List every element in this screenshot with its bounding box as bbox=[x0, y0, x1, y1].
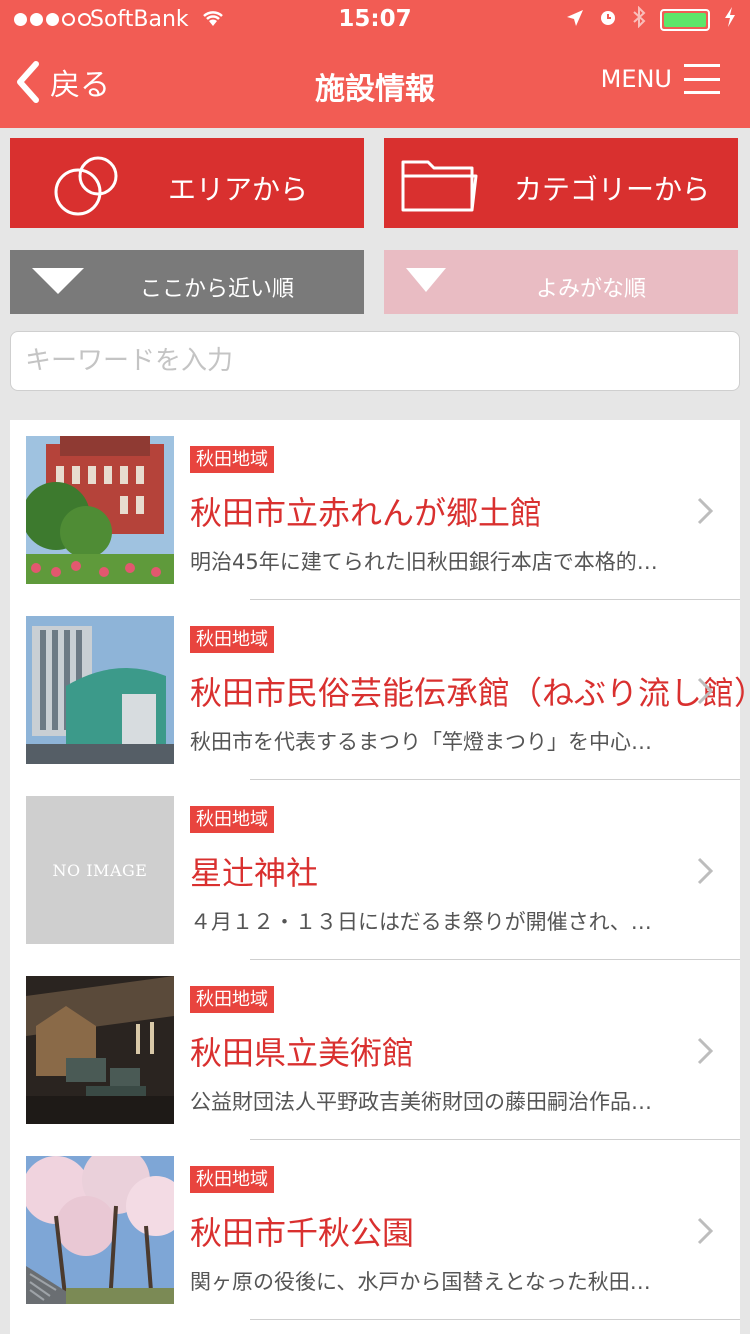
facility-title: 秋田市民俗芸能伝承館（ねぶり流し館） bbox=[190, 674, 750, 712]
sort-yomi-label: よみがな順 bbox=[535, 277, 646, 302]
facility-photo bbox=[26, 1156, 174, 1304]
sort-by-distance-button[interactable]: ここから近い順 bbox=[10, 250, 364, 314]
facility-description: 関ヶ原の役後に、水戸から国替えとなった秋田… bbox=[190, 1270, 651, 1294]
facility-photo-placeholder: NO IMAGE bbox=[26, 796, 174, 944]
navigation-bar: 戻る 施設情報 MENU bbox=[0, 40, 750, 128]
chevron-right-icon bbox=[697, 497, 714, 525]
no-image-label: NO IMAGE bbox=[26, 796, 174, 944]
status-bar: SoftBank 15:07 bbox=[0, 0, 750, 40]
divider bbox=[250, 1319, 740, 1320]
facility-description: 秋田市を代表するまつり「竿燈まつり」を中心… bbox=[190, 730, 652, 754]
filter-by-category-button[interactable]: カテゴリーから bbox=[384, 138, 738, 228]
facility-title: 秋田市千秋公園 bbox=[190, 1214, 415, 1252]
facility-photo bbox=[26, 616, 174, 764]
sort-near-label: ここから近い順 bbox=[139, 277, 294, 302]
list-item[interactable]: NO IMAGE 秋田地域 星辻神社 ４月１２・１３日にはだるま祭りが開催され、… bbox=[10, 780, 740, 960]
chevron-right-icon bbox=[697, 1217, 714, 1245]
filter-area-label: エリアから bbox=[168, 173, 309, 206]
chevron-right-icon bbox=[697, 857, 714, 885]
app-header: SoftBank 15:07 戻る 施設情報 MENU bbox=[0, 0, 750, 128]
location-arrow-icon bbox=[566, 8, 584, 32]
list-item[interactable]: 秋田地域 秋田市立赤れんが郷土館 明治45年に建てられた旧秋田銀行本店で本格的… bbox=[10, 420, 740, 600]
facility-description: ４月１２・１３日にはだるま祭りが開催され、… bbox=[190, 910, 652, 934]
facility-title: 秋田市立赤れんが郷土館 bbox=[190, 494, 543, 532]
facility-list: 秋田地域 秋田市立赤れんが郷土館 明治45年に建てられた旧秋田銀行本店で本格的…… bbox=[10, 420, 750, 1334]
menu-button[interactable]: MENU bbox=[601, 64, 720, 94]
facility-description: 明治45年に建てられた旧秋田銀行本店で本格的… bbox=[190, 550, 658, 574]
keyword-search-input[interactable] bbox=[10, 331, 740, 391]
circles-area-icon bbox=[54, 156, 118, 216]
list-item[interactable]: 秋田地域 秋田市千秋公園 関ヶ原の役後に、水戸から国替えとなった秋田… bbox=[10, 1140, 740, 1320]
alarm-clock-icon bbox=[598, 7, 618, 32]
region-badge: 秋田地域 bbox=[190, 986, 274, 1013]
region-badge: 秋田地域 bbox=[190, 446, 274, 473]
facility-title: 星辻神社 bbox=[190, 854, 319, 892]
chevron-right-icon bbox=[697, 1037, 714, 1065]
menu-label: MENU bbox=[600, 65, 672, 93]
sort-by-reading-button[interactable]: よみがな順 bbox=[384, 250, 738, 314]
folder-icon bbox=[401, 160, 478, 212]
facility-description: 公益財団法人平野政吉美術財団の藤田嗣治作品… bbox=[190, 1090, 652, 1114]
region-badge: 秋田地域 bbox=[190, 806, 274, 833]
list-item[interactable]: 秋田地域 秋田市民俗芸能伝承館（ねぶり流し館） 秋田市を代表するまつり「竿燈まつ… bbox=[10, 600, 750, 780]
battery-icon bbox=[660, 8, 710, 31]
list-item[interactable]: 秋田地域 秋田県立美術館 公益財団法人平野政吉美術財団の藤田嗣治作品… bbox=[10, 960, 740, 1140]
facility-title: 秋田県立美術館 bbox=[190, 1034, 415, 1072]
bluetooth-icon bbox=[632, 5, 646, 33]
filter-by-area-button[interactable]: エリアから bbox=[10, 138, 364, 228]
hamburger-icon bbox=[684, 64, 720, 94]
chevron-right-icon bbox=[697, 677, 714, 705]
filter-category-label: カテゴリーから bbox=[514, 173, 711, 206]
charging-bolt-icon bbox=[724, 6, 736, 33]
facility-photo bbox=[26, 436, 174, 584]
region-badge: 秋田地域 bbox=[190, 626, 274, 653]
region-badge: 秋田地域 bbox=[190, 1166, 274, 1193]
facility-photo bbox=[26, 976, 174, 1124]
